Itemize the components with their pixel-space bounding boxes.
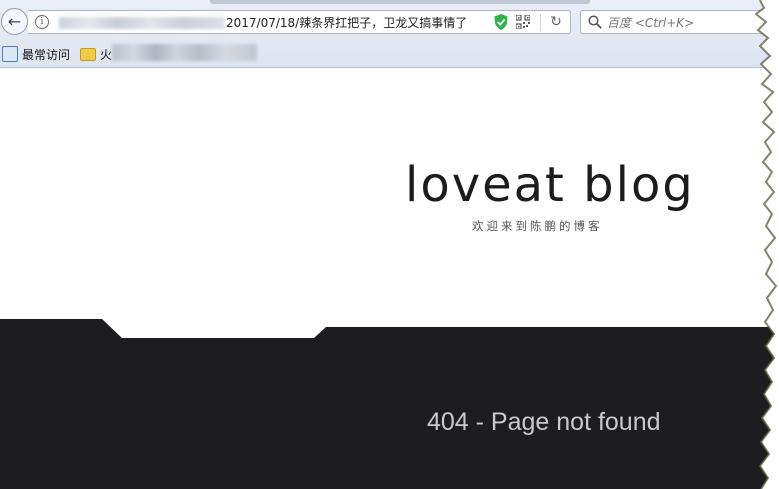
search-icon <box>588 15 602 29</box>
bookmark-most-visited[interactable]: 最常访问 <box>2 44 70 64</box>
bookmarks-toolbar: 最常访问 火 <box>0 40 779 67</box>
dark-footer-band <box>0 319 779 489</box>
folder-icon <box>80 47 96 61</box>
url-bar-divider <box>540 14 541 31</box>
bookmark-label: 最常访问 <box>22 47 71 62</box>
bookmark-label: 火 <box>100 47 113 62</box>
web-page: loveat blog 欢迎来到陈鹏的博客 404 - Page not fou… <box>0 69 779 489</box>
back-button[interactable]: ← <box>1 8 28 35</box>
qr-code-icon[interactable] <box>516 15 530 29</box>
url-host-redacted <box>59 17 225 29</box>
shield-icon[interactable] <box>494 14 508 30</box>
tab-strip-edge <box>210 0 590 4</box>
back-arrow-icon: ← <box>7 11 22 31</box>
bookmark-folder[interactable]: 火 <box>80 44 112 64</box>
address-bar[interactable]: i 2017/07/18/辣条界扛把子，卫龙又搞事情了 ↻ <box>28 10 571 34</box>
search-bar[interactable]: 百度 <Ctrl+K> <box>580 10 779 34</box>
error-message: 404 - Page not found <box>427 408 661 436</box>
info-icon[interactable]: i <box>35 15 49 29</box>
search-placeholder: 百度 <Ctrl+K> <box>607 16 695 30</box>
most-visited-icon <box>2 46 18 62</box>
url-path: 2017/07/18/辣条界扛把子，卫龙又搞事情了 <box>226 16 468 30</box>
bookmarks-redacted <box>112 44 257 61</box>
browser-toolbar: ← i 2017/07/18/辣条界扛把子，卫龙又搞事情了 ↻ 百度 <Ctrl… <box>0 0 779 68</box>
site-logo[interactable]: loveat blog <box>405 155 695 215</box>
reload-icon[interactable]: ↻ <box>546 12 566 32</box>
site-tagline: 欢迎来到陈鹏的博客 <box>472 219 603 233</box>
